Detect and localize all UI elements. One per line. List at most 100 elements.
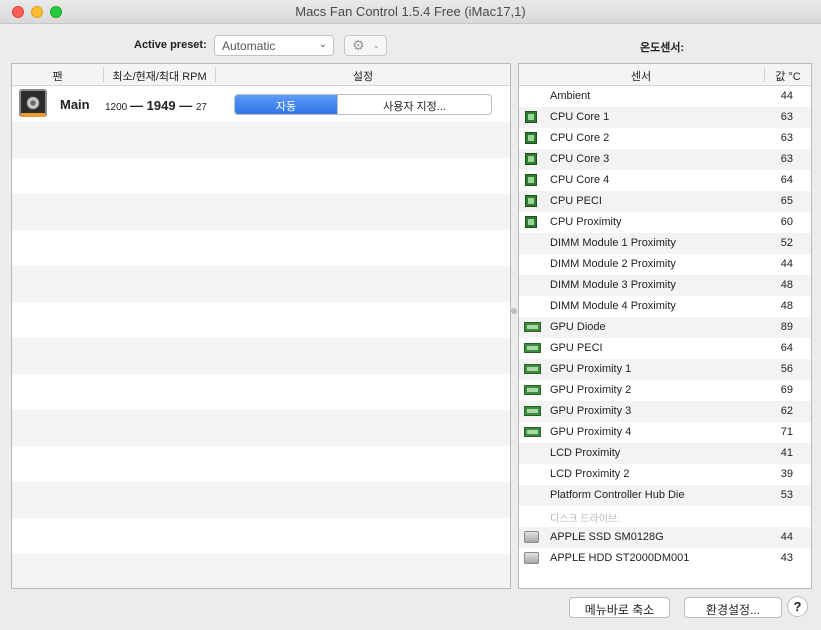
sensor-name: CPU Proximity xyxy=(550,216,622,228)
sensor-name: GPU Proximity 1 xyxy=(550,363,632,375)
empty-row xyxy=(12,554,510,588)
sensor-value: 89 xyxy=(780,321,793,333)
sensor-value: 60 xyxy=(780,216,793,228)
list-item[interactable]: CPU Core 3 63 xyxy=(519,149,811,170)
split-view-divider[interactable] xyxy=(511,308,517,314)
list-item[interactable]: GPU Proximity 1 56 xyxy=(519,359,811,380)
preferences-button[interactable]: 환경설정... xyxy=(684,597,782,618)
chevron-down-icon: ⌄ xyxy=(372,40,380,50)
fan-rpm-current: 1949 xyxy=(146,98,176,113)
column-header-value[interactable]: 값 °C xyxy=(765,68,811,84)
sensor-name: DIMM Module 3 Proximity xyxy=(550,279,676,291)
active-preset-label: Active preset: xyxy=(134,39,207,51)
fan-rpm-readout: 1200 — 1949 — 27 xyxy=(105,98,207,113)
sensor-value: 63 xyxy=(780,132,793,144)
preset-select-value: Automatic xyxy=(222,39,276,53)
list-item[interactable]: GPU Proximity 4 71 xyxy=(519,422,811,443)
disk-drive-icon xyxy=(524,531,539,543)
sensor-name: CPU Core 4 xyxy=(550,174,610,186)
list-item[interactable]: DIMM Module 3 Proximity 48 xyxy=(519,275,811,296)
list-item[interactable]: DIMM Module 1 Proximity 52 xyxy=(519,233,811,254)
list-item[interactable]: CPU Core 2 63 xyxy=(519,128,811,149)
sensor-value: 64 xyxy=(780,174,793,186)
empty-row xyxy=(12,122,510,158)
sensor-name: CPU Core 3 xyxy=(550,153,610,165)
table-row[interactable]: Main 1200 — 1949 — 27 자동 사용자 지정... xyxy=(12,86,510,122)
column-header-fan[interactable]: 팬 xyxy=(12,68,103,84)
gpu-card-icon xyxy=(524,343,541,353)
empty-row xyxy=(12,194,510,230)
disk-drive-icon xyxy=(524,552,539,564)
list-item[interactable]: APPLE HDD ST2000DM001 43 xyxy=(519,548,811,569)
sensor-value: 69 xyxy=(780,384,793,396)
fan-control-segmented: 자동 사용자 지정... xyxy=(234,94,492,115)
sensor-name: Platform Controller Hub Die xyxy=(550,489,685,501)
gpu-card-icon xyxy=(524,364,541,374)
list-item[interactable]: GPU PECI 64 xyxy=(519,338,811,359)
list-item[interactable]: GPU Proximity 3 62 xyxy=(519,401,811,422)
list-item[interactable]: Platform Controller Hub Die 53 xyxy=(519,485,811,506)
cpu-chip-icon xyxy=(525,195,537,207)
list-item[interactable]: CPU PECI 65 xyxy=(519,191,811,212)
sensor-name: CPU Core 2 xyxy=(550,132,610,144)
list-item[interactable]: CPU Core 4 64 xyxy=(519,170,811,191)
sensor-value: 52 xyxy=(780,237,793,249)
custom-button[interactable]: 사용자 지정... xyxy=(337,95,491,114)
sensor-value: 56 xyxy=(780,363,793,375)
list-item[interactable]: DIMM Module 2 Proximity 44 xyxy=(519,254,811,275)
column-header-rpm[interactable]: 최소/현재/최대 RPM xyxy=(104,68,215,84)
sensor-value: 41 xyxy=(780,447,793,459)
sensor-value: 43 xyxy=(780,552,793,564)
sensor-name: GPU Proximity 2 xyxy=(550,384,632,396)
sensors-title: 온도센서: xyxy=(640,42,685,54)
fan-rpm-min: 1200 xyxy=(105,102,128,113)
sensor-value: 63 xyxy=(780,153,793,165)
preset-select[interactable]: Automatic ⌄ xyxy=(214,35,334,56)
sensor-value: 48 xyxy=(780,279,793,291)
cpu-chip-icon xyxy=(525,111,537,123)
list-item[interactable]: GPU Diode 89 xyxy=(519,317,811,338)
gpu-card-icon xyxy=(524,322,541,332)
sensor-name: CPU Core 1 xyxy=(550,111,610,123)
sensor-name: 디스크 드라이브: xyxy=(550,514,620,525)
sensor-value: 63 xyxy=(780,111,793,123)
column-header-sensor[interactable]: 센서 xyxy=(519,68,763,84)
list-item[interactable]: LCD Proximity 2 39 xyxy=(519,464,811,485)
cpu-chip-icon xyxy=(525,153,537,165)
list-item[interactable]: CPU Core 1 63 xyxy=(519,107,811,128)
cpu-chip-icon xyxy=(525,174,537,186)
preset-options-button[interactable]: ⚙ ⌄ xyxy=(344,35,387,56)
sensor-name: Ambient xyxy=(550,90,591,102)
minimize-to-menubar-button[interactable]: 메뉴바로 축소 xyxy=(569,597,670,618)
list-item[interactable]: GPU Proximity 2 69 xyxy=(519,380,811,401)
sensor-value: 48 xyxy=(780,300,793,312)
gpu-card-icon xyxy=(524,385,541,395)
list-item[interactable]: LCD Proximity 41 xyxy=(519,443,811,464)
fans-table: 팬 최소/현재/최대 RPM 설정 Main 1200 — 1949 — 27 … xyxy=(11,63,511,589)
sensor-name: GPU PECI xyxy=(550,342,603,354)
sensor-value: 62 xyxy=(780,405,793,417)
sensor-value: 44 xyxy=(780,90,793,102)
sensor-name: DIMM Module 4 Proximity xyxy=(550,300,676,312)
fan-icon xyxy=(19,89,47,117)
sensor-value: 65 xyxy=(780,195,793,207)
sensor-name: GPU Proximity 4 xyxy=(550,426,632,438)
gpu-card-icon xyxy=(524,427,541,437)
help-button[interactable]: ? xyxy=(787,596,808,617)
chevron-down-icon: ⌄ xyxy=(318,39,327,50)
list-item[interactable]: Ambient 44 xyxy=(519,86,811,107)
sensor-name: GPU Proximity 3 xyxy=(550,405,632,417)
sensor-name: LCD Proximity xyxy=(550,447,621,459)
list-item[interactable]: CPU Proximity 60 xyxy=(519,212,811,233)
column-header-settings[interactable]: 설정 xyxy=(216,68,510,84)
list-group-header: 디스크 드라이브: xyxy=(519,506,811,527)
auto-button[interactable]: 자동 xyxy=(235,95,337,114)
empty-row xyxy=(12,338,510,374)
sensor-value: 53 xyxy=(780,489,793,501)
gpu-card-icon xyxy=(524,406,541,416)
title-bar: Macs Fan Control 1.5.4 Free (iMac17,1) xyxy=(0,0,821,24)
sensor-name: DIMM Module 2 Proximity xyxy=(550,258,676,270)
list-item[interactable]: DIMM Module 4 Proximity 48 xyxy=(519,296,811,317)
sensor-value: 64 xyxy=(780,342,793,354)
list-item[interactable]: APPLE SSD SM0128G 44 xyxy=(519,527,811,548)
